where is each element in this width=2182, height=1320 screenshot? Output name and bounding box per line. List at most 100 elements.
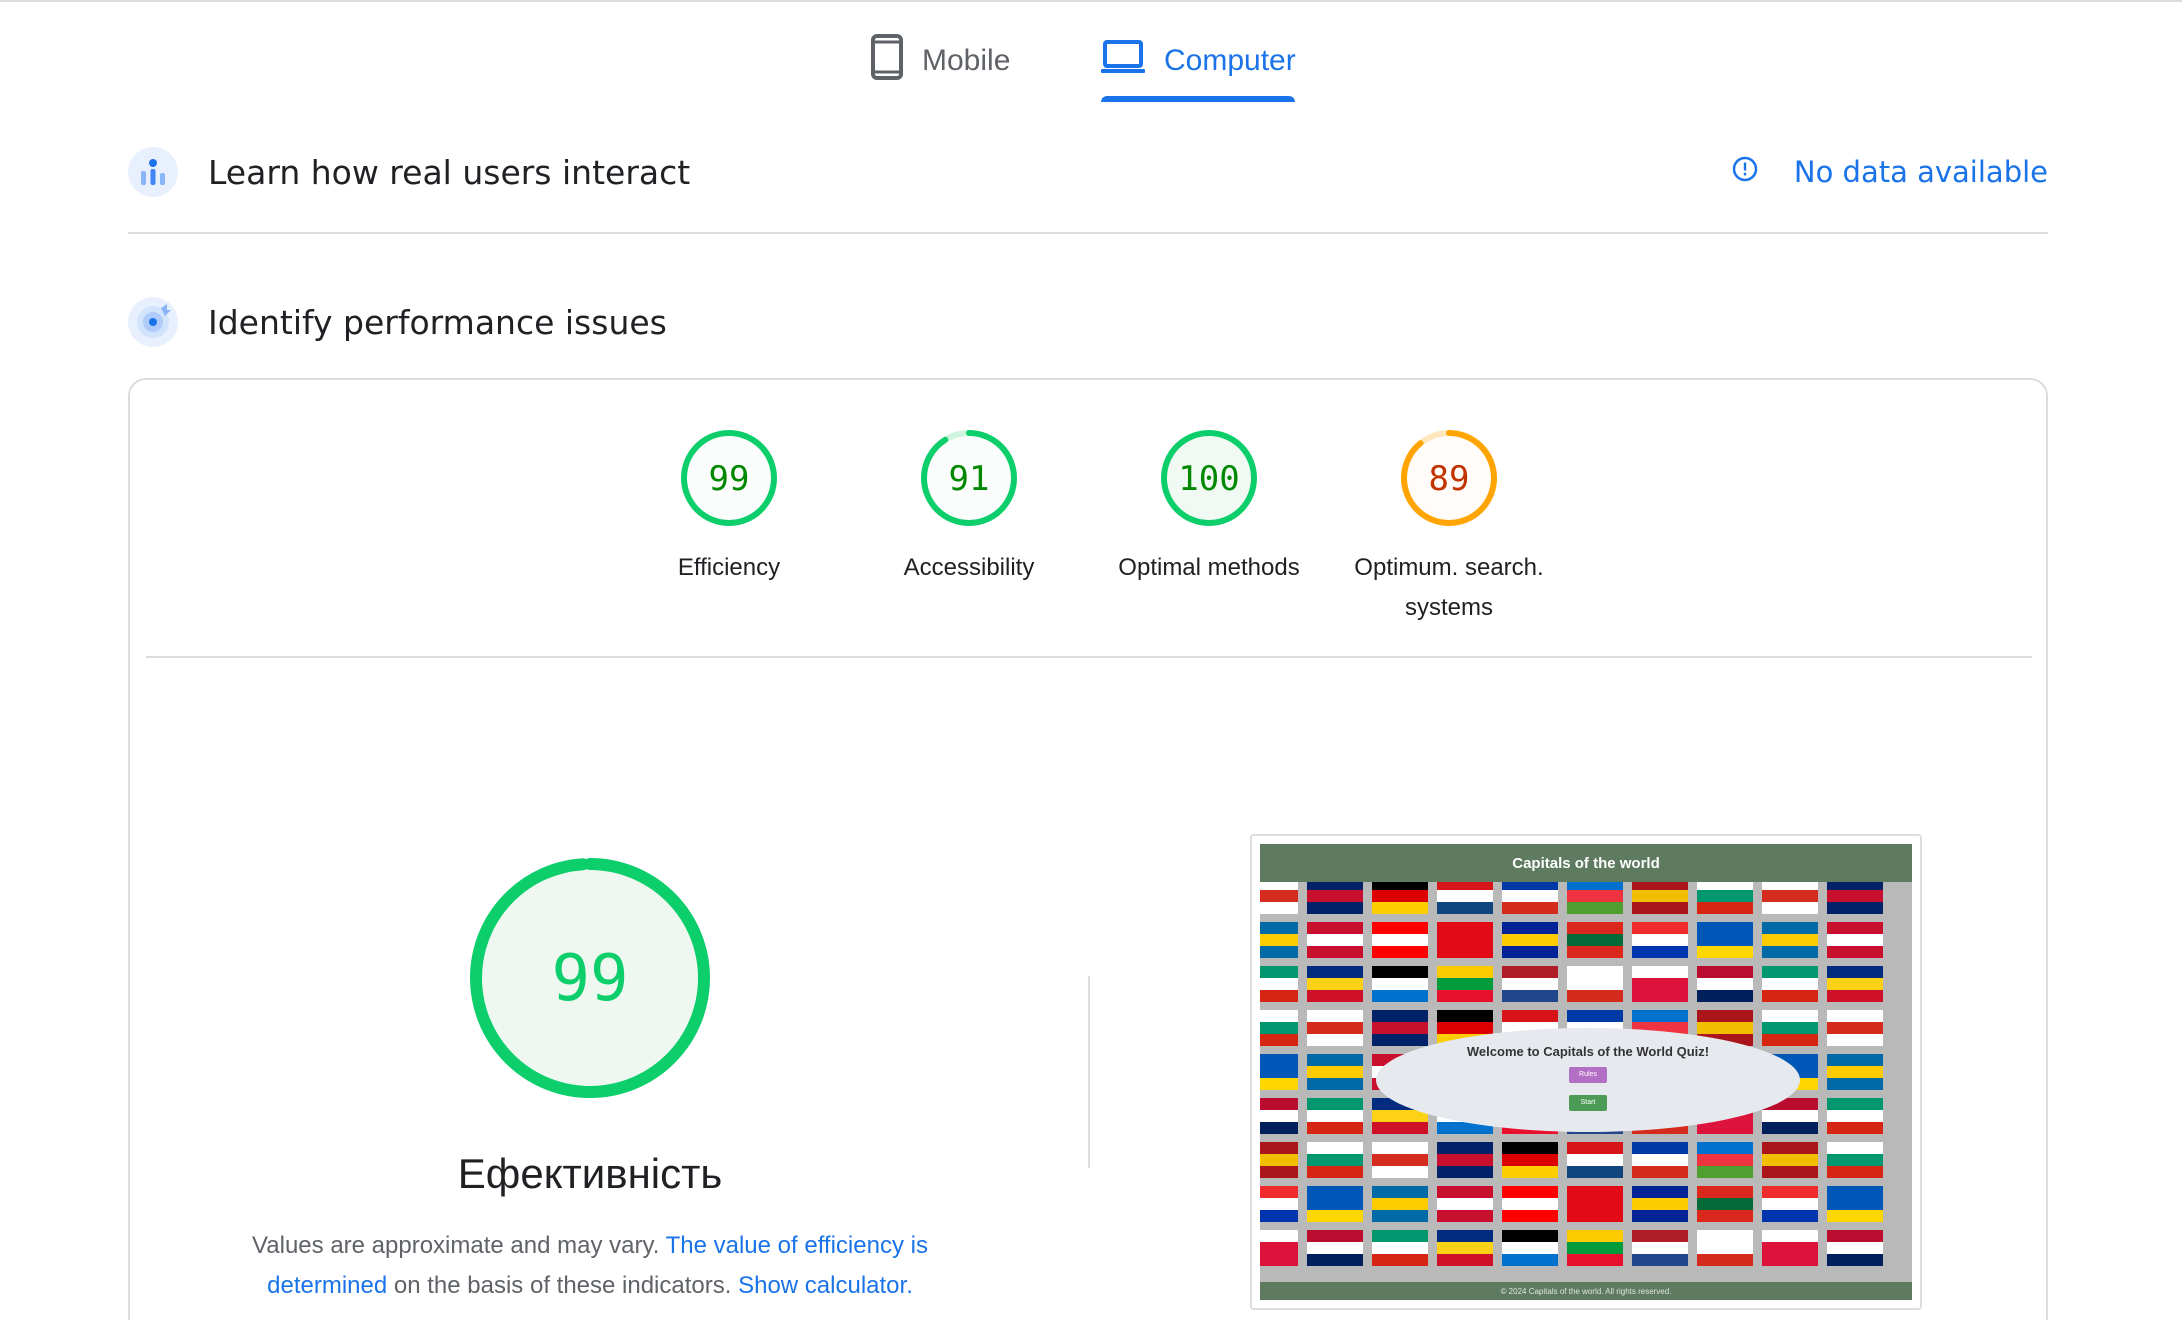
score-note: Values are approximate and may vary. The…: [220, 1226, 960, 1306]
preview-flag: [1307, 1142, 1363, 1178]
gauge-value: 100: [1178, 459, 1239, 499]
preview-flag: [1827, 1098, 1883, 1134]
preview-flag: [1697, 922, 1753, 958]
card-divider: [146, 656, 2032, 658]
preview-flag: [1762, 966, 1818, 1002]
preview-flag: [1632, 1186, 1688, 1222]
gauge-value: 89: [1429, 459, 1470, 499]
preview-flag: [1437, 966, 1493, 1002]
preview-flag: [1502, 1230, 1558, 1266]
preview-flag: [1260, 1142, 1298, 1178]
preview-flag: [1827, 1142, 1883, 1178]
preview-flag: [1260, 1098, 1298, 1134]
preview-header: Capitals of the world: [1260, 844, 1912, 882]
gauge-label-line2: systems: [1404, 594, 1493, 621]
preview-flag: [1260, 1186, 1298, 1222]
preview-flag: [1502, 1186, 1558, 1222]
tab-computer-label: Computer: [1164, 44, 1296, 77]
real-users-title: Learn how real users interact: [208, 152, 691, 192]
preview-flag: [1372, 922, 1428, 958]
preview-flag: [1372, 966, 1428, 1002]
smartphone-icon: [870, 34, 904, 88]
preview-flag: [1307, 922, 1363, 958]
preview-flag: [1372, 878, 1428, 914]
report-card: 99 Efficiency 91 Accessibility 100 Optim…: [128, 378, 2048, 1320]
preview-flag: [1567, 922, 1623, 958]
preview-flag: [1437, 1186, 1493, 1222]
preview-flag: [1697, 966, 1753, 1002]
preview-flag: [1697, 1186, 1753, 1222]
preview-flag: [1567, 1230, 1623, 1266]
preview-flag: [1827, 922, 1883, 958]
preview-flag: [1762, 1010, 1818, 1046]
preview-flag: [1437, 1142, 1493, 1178]
top-border: [0, 0, 2182, 6]
preview-flag: [1372, 1010, 1428, 1046]
preview-flag: [1632, 878, 1688, 914]
main-score-gauge: 99: [470, 858, 710, 1098]
preview-flag: [1372, 1142, 1428, 1178]
users-chart-icon: [128, 147, 178, 197]
gauge-ring: 91: [921, 430, 1017, 526]
preview-flag: [1307, 1098, 1363, 1134]
preview-flag: [1437, 1230, 1493, 1266]
preview-flag: [1502, 922, 1558, 958]
performance-title: Identify performance issues: [208, 302, 667, 342]
main-score-title: Ефективність: [457, 1150, 723, 1197]
preview-flag: [1260, 922, 1298, 958]
preview-flag: [1307, 1230, 1363, 1266]
preview-flag: [1260, 1010, 1298, 1046]
preview-flag: [1260, 1054, 1298, 1090]
score-gauge-seo[interactable]: 89 Optimum. search. systems: [1349, 428, 1549, 628]
preview-flag: [1260, 1230, 1298, 1266]
preview-flag: [1762, 1142, 1818, 1178]
preview-flag: [1567, 1186, 1623, 1222]
preview-flag: [1502, 878, 1558, 914]
preview-flag: [1632, 966, 1688, 1002]
note-prefix: Values are approximate and may vary.: [252, 1232, 660, 1259]
preview-flag: [1567, 1142, 1623, 1178]
tab-mobile[interactable]: Mobile: [870, 18, 1010, 104]
preview-flag: [1827, 1230, 1883, 1266]
no-data-link[interactable]: No data available: [1732, 146, 2048, 198]
preview-canvas: Capitals of the world Welcome to Capital…: [1260, 844, 1912, 1300]
performance-section: Identify performance issues: [128, 296, 2048, 348]
preview-welcome-dialog: Welcome to Capitals of the World Quiz! R…: [1376, 1028, 1800, 1132]
preview-flag: [1260, 966, 1298, 1002]
show-calculator-link[interactable]: Show calculator.: [738, 1272, 913, 1299]
target-icon: [128, 297, 178, 347]
preview-welcome-text: Welcome to Capitals of the World Quiz!: [1466, 1044, 1710, 1059]
preview-footer: © 2024 Capitals of the world. All rights…: [1260, 1282, 1912, 1300]
preview-flag: [1260, 878, 1298, 914]
gauge-label: Optimum. search. systems: [1349, 548, 1549, 628]
preview-flag: [1502, 966, 1558, 1002]
gauge-value: 99: [709, 459, 750, 499]
gauge-ring: 99: [681, 430, 777, 526]
preview-flag: [1827, 1054, 1883, 1090]
gauge-label: Accessibility: [903, 554, 1035, 581]
preview-flag: [1567, 966, 1623, 1002]
preview-flag: [1307, 1010, 1363, 1046]
tab-computer[interactable]: Computer: [1100, 18, 1296, 104]
preview-flag: [1827, 1186, 1883, 1222]
score-gauge-optimal-methods[interactable]: 100 Optimal methods: [1109, 428, 1309, 588]
preview-flag: [1762, 1230, 1818, 1266]
real-users-section: Learn how real users interact No data av…: [128, 146, 2048, 198]
preview-flag: [1437, 878, 1493, 914]
preview-flag: [1827, 878, 1883, 914]
preview-flag: [1632, 1142, 1688, 1178]
preview-flag: [1632, 922, 1688, 958]
vertical-separator: [1088, 976, 1090, 1168]
preview-flag: [1827, 966, 1883, 1002]
preview-flag: [1372, 1186, 1428, 1222]
no-data-label: No data available: [1793, 155, 2048, 189]
gauge-label-line1: Optimum. search.: [1354, 554, 1544, 581]
section-divider: [128, 232, 2048, 234]
preview-flag: [1437, 922, 1493, 958]
score-gauge-accessibility[interactable]: 91 Accessibility: [869, 428, 1069, 588]
preview-flag: [1307, 1186, 1363, 1222]
preview-rules-button: Rules: [1569, 1067, 1607, 1083]
preview-flag: [1697, 878, 1753, 914]
preview-start-button: Start: [1569, 1095, 1607, 1111]
score-gauge-efficiency[interactable]: 99 Efficiency: [629, 428, 829, 588]
